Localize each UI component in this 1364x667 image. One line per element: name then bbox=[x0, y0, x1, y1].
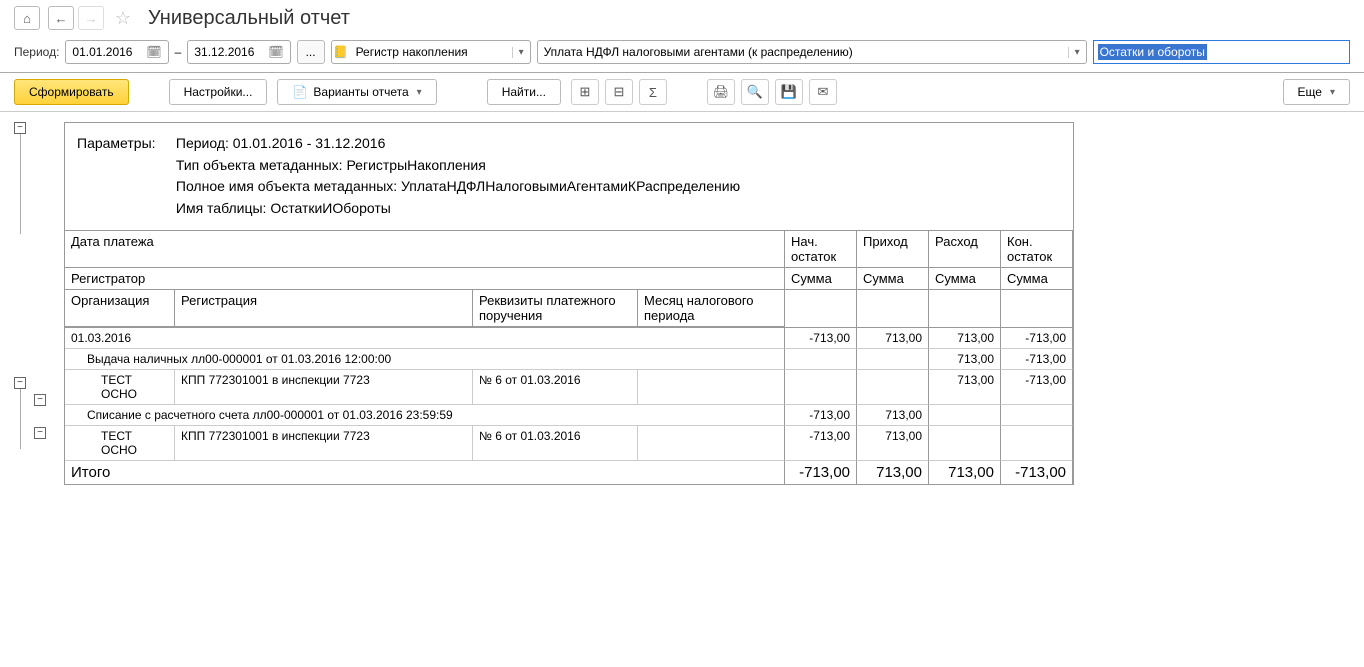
chevron-down-icon: ▾ bbox=[417, 87, 422, 98]
doc-row[interactable]: Выдача наличных лл00-000001 от 01.03.201… bbox=[65, 349, 1073, 370]
save-icon[interactable]: 💾 bbox=[775, 79, 803, 105]
register-type-combo[interactable]: 📒 Регистр накопления ▾ bbox=[331, 40, 531, 64]
preview-icon[interactable]: 🔍 bbox=[741, 79, 769, 105]
forward-button: → bbox=[78, 6, 104, 30]
col-registrator: Регистратор bbox=[65, 268, 785, 290]
report-params: Параметры: Период: 01.01.2016 - 31.12.20… bbox=[65, 123, 1073, 230]
sum-icon[interactable]: Σ bbox=[639, 79, 667, 105]
tree-toggle[interactable]: − bbox=[34, 394, 46, 406]
param-type: Тип объекта метаданных: РегистрыНакоплен… bbox=[176, 155, 740, 177]
period-to-input[interactable] bbox=[194, 45, 264, 59]
calendar-icon[interactable]: 🗓 bbox=[142, 45, 165, 59]
register-icon: 📒 bbox=[332, 45, 350, 59]
home-button[interactable]: ⌂ bbox=[14, 6, 40, 30]
group-row[interactable]: 01.03.2016 -713,00 713,00 713,00 -713,00 bbox=[65, 328, 1073, 349]
more-button[interactable]: Еще ▾ bbox=[1283, 79, 1350, 105]
param-table: Имя таблицы: ОстаткиИОбороты bbox=[176, 198, 740, 220]
calendar-icon[interactable]: 🗓 bbox=[264, 45, 287, 59]
period-label: Период: bbox=[14, 45, 59, 59]
col-reg: Регистрация bbox=[175, 290, 473, 326]
col-sum: Сумма bbox=[857, 268, 929, 290]
collapse-all-icon[interactable]: ⊟ bbox=[605, 79, 633, 105]
col-sum: Сумма bbox=[929, 268, 1001, 290]
col-income: Приход bbox=[857, 231, 929, 268]
period-to[interactable]: 🗓 bbox=[187, 40, 290, 64]
col-sum: Сумма bbox=[1001, 268, 1073, 290]
doc-row[interactable]: Списание с расчетного счета лл00-000001 … bbox=[65, 405, 1073, 426]
chevron-down-icon[interactable]: ▾ bbox=[1068, 47, 1086, 58]
detail-row[interactable]: ТЕСТ ОСНО КПП 772301001 в инспекции 7723… bbox=[65, 370, 1073, 405]
param-fullname: Полное имя объекта метаданных: УплатаНДФ… bbox=[176, 176, 740, 198]
col-end: Кон. остаток bbox=[1001, 231, 1073, 268]
tree-toggle[interactable]: − bbox=[14, 377, 26, 389]
col-date: Дата платежа bbox=[65, 231, 785, 268]
settings-button[interactable]: Настройки... bbox=[169, 79, 268, 105]
col-req: Реквизиты платежного поручения bbox=[473, 290, 638, 326]
generate-button[interactable]: Сформировать bbox=[14, 79, 129, 105]
col-org: Организация bbox=[65, 290, 175, 326]
find-button[interactable]: Найти... bbox=[487, 79, 561, 105]
table-name-input[interactable]: Остатки и обороты bbox=[1093, 40, 1350, 64]
period-dash: – bbox=[175, 45, 182, 59]
tree-gutter: − − − − bbox=[14, 122, 64, 485]
chevron-down-icon: ▾ bbox=[1330, 87, 1335, 98]
params-label: Параметры: bbox=[77, 133, 172, 155]
col-month: Месяц налогового периода bbox=[638, 290, 784, 326]
tree-toggle[interactable]: − bbox=[34, 427, 46, 439]
email-icon[interactable]: ✉ bbox=[809, 79, 837, 105]
tree-toggle[interactable]: − bbox=[14, 122, 26, 134]
col-expense: Расход bbox=[929, 231, 1001, 268]
col-begin: Нач. остаток bbox=[785, 231, 857, 268]
favorite-star-icon[interactable]: ☆ bbox=[112, 7, 134, 29]
period-picker-button[interactable]: ... bbox=[297, 40, 325, 64]
chevron-down-icon[interactable]: ▾ bbox=[512, 47, 530, 58]
detail-row[interactable]: ТЕСТ ОСНО КПП 772301001 в инспекции 7723… bbox=[65, 426, 1073, 461]
object-combo[interactable]: Уплата НДФЛ налоговыми агентами (к распр… bbox=[537, 40, 1087, 64]
col-sum: Сумма bbox=[785, 268, 857, 290]
param-period: Период: 01.01.2016 - 31.12.2016 bbox=[176, 133, 740, 155]
expand-all-icon[interactable]: ⊞ bbox=[571, 79, 599, 105]
variants-icon: 📄 bbox=[292, 85, 307, 99]
report-table: Параметры: Период: 01.01.2016 - 31.12.20… bbox=[64, 122, 1074, 485]
totals-row: Итого -713,00 713,00 713,00 -713,00 bbox=[65, 461, 1073, 484]
report-variants-button[interactable]: 📄 Варианты отчета ▾ bbox=[277, 79, 436, 105]
back-button[interactable]: ← bbox=[48, 6, 74, 30]
period-from[interactable]: 🗓 bbox=[65, 40, 168, 64]
print-icon[interactable]: 🖨 bbox=[707, 79, 735, 105]
period-from-input[interactable] bbox=[72, 45, 142, 59]
page-title: Универсальный отчет bbox=[148, 7, 350, 30]
